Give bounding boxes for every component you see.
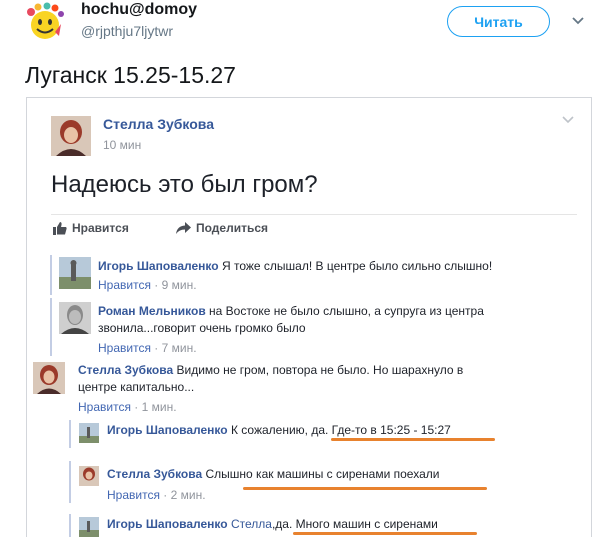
- embedded-screenshot[interactable]: Стелла Зубкова 10 мин Надеюсь это был гр…: [26, 97, 592, 537]
- comment-author[interactable]: Стелла Зубкова: [107, 467, 202, 481]
- commenter-avatar: [59, 257, 91, 289]
- comment-text: Игорь Шаповаленко К сожалению, да. Где-т…: [107, 423, 451, 437]
- comment-meta: Нравится · 7 мин.: [98, 341, 197, 355]
- tweet-handle[interactable]: @rjpthju7ljytwr: [81, 23, 173, 39]
- comment-meta: Нравится · 1 мин.: [78, 400, 177, 414]
- emoji-avatar-icon: [27, 2, 64, 39]
- tweet-text: Луганск 15.25-15.27: [25, 62, 236, 88]
- comment-text: Стелла Зубкова Видимо не гром, повтора н…: [78, 363, 464, 394]
- thread-bar: [69, 461, 71, 503]
- follow-button[interactable]: Читать: [447, 6, 550, 37]
- annotation-underline: [243, 487, 487, 490]
- comments-section: Игорь Шаповаленко Я тоже слышал! В центр…: [27, 98, 591, 537]
- thread-bar: [50, 298, 52, 356]
- comment-author[interactable]: Игорь Шаповаленко: [98, 259, 219, 273]
- comment-like-link[interactable]: Нравится: [98, 278, 151, 292]
- commenter-avatar: [79, 517, 99, 537]
- thread-bar: [69, 420, 71, 448]
- comment-like-link[interactable]: Нравится: [98, 341, 151, 355]
- comment-author[interactable]: Игорь Шаповаленко: [107, 423, 228, 437]
- commenter-avatar: [59, 302, 91, 334]
- comment-author[interactable]: Стелла Зубкова: [78, 363, 173, 377]
- comment-author[interactable]: Игорь Шаповаленко: [107, 517, 228, 531]
- chevron-down-icon[interactable]: [570, 12, 586, 28]
- commenter-avatar: [33, 362, 65, 394]
- tweet-avatar[interactable]: [25, 2, 65, 42]
- annotation-underline: [293, 532, 477, 535]
- comment-author[interactable]: Роман Мельников: [98, 304, 206, 318]
- comment-like-link[interactable]: Нравится: [78, 400, 131, 414]
- comment-like-link[interactable]: Нравится: [107, 488, 160, 502]
- mention-link[interactable]: Стелла: [231, 517, 272, 531]
- comment-text: Игорь Шаповаленко Я тоже слышал! В центр…: [98, 259, 493, 273]
- comment-text: Игорь Шаповаленко Стелла,да. Много машин…: [107, 517, 438, 531]
- commenter-avatar: [79, 466, 99, 486]
- comment-text: Роман Мельников на Востоке не было слышн…: [98, 304, 484, 335]
- thread-bar: [69, 514, 71, 537]
- annotation-underline: [331, 438, 495, 441]
- tweet-display-name[interactable]: hochu@domoy: [81, 1, 197, 19]
- comment-text: Стелла Зубкова Слышно как машины с сирен…: [107, 467, 440, 481]
- commenter-avatar: [79, 423, 99, 443]
- comment-meta: Нравится · 9 мин.: [98, 278, 197, 292]
- thread-bar: [50, 255, 52, 295]
- comment-meta: Нравится · 2 мин.: [107, 488, 206, 502]
